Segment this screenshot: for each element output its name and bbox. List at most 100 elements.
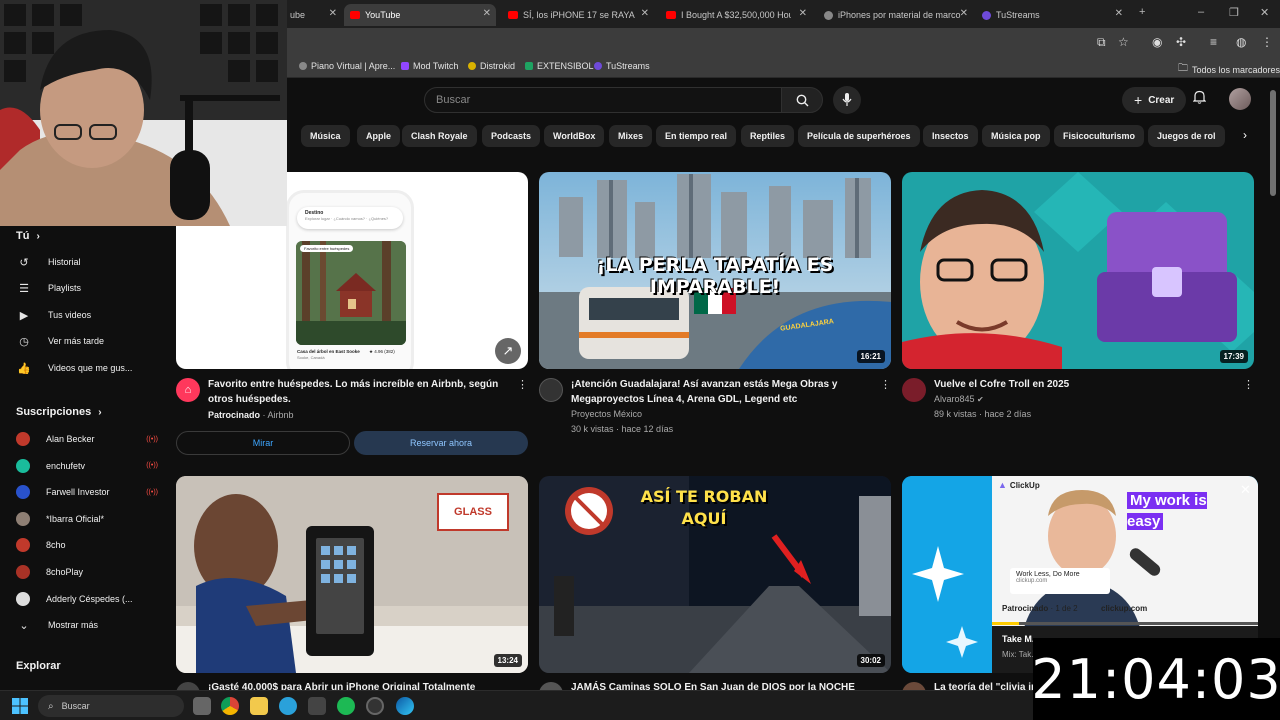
- tab-tustreams[interactable]: TuStreams ✕: [976, 4, 1128, 26]
- install-app-icon[interactable]: ⧉: [1097, 35, 1106, 50]
- channel-avatar[interactable]: [539, 378, 563, 402]
- sidebar-subscription[interactable]: enchufetv ((•)): [16, 456, 166, 476]
- close-tab-icon[interactable]: ✕: [483, 8, 491, 19]
- extension-icon[interactable]: ◉: [1152, 35, 1162, 49]
- chevron-right-icon[interactable]: ›: [1243, 128, 1247, 142]
- account-avatar[interactable]: [1229, 88, 1251, 110]
- ad-domain[interactable]: clickup.com: [1101, 604, 1147, 613]
- video-thumbnail[interactable]: ASÍ TE ROBAN AQUÍ 30:02: [539, 476, 891, 673]
- bookmark-piano[interactable]: Piano Virtual | Apre...: [299, 61, 395, 71]
- close-tab-icon[interactable]: ✕: [799, 8, 807, 19]
- profile-icon[interactable]: ◍: [1236, 35, 1246, 49]
- voice-search-button[interactable]: [833, 86, 861, 114]
- capcut-icon[interactable]: [308, 697, 326, 715]
- bookmark-extensibol[interactable]: EXTENSIBOL: [525, 61, 594, 71]
- page-scrollbar[interactable]: [1270, 90, 1276, 196]
- chip-juegos-de-rol[interactable]: Juegos de rol: [1148, 125, 1225, 147]
- bookmark-star-icon[interactable]: ☆: [1118, 35, 1129, 49]
- sidebar-item-your-videos[interactable]: ▶ Tus videos: [16, 305, 166, 325]
- close-tab-icon[interactable]: ✕: [641, 8, 649, 19]
- chip-apple[interactable]: Apple: [357, 125, 401, 147]
- book-now-button[interactable]: Reservar ahora: [354, 431, 528, 455]
- menu-icon[interactable]: ⋮: [1261, 35, 1273, 49]
- tab-prev[interactable]: ube ✕: [284, 4, 342, 26]
- close-ad-icon[interactable]: ✕: [1240, 482, 1251, 498]
- video-title[interactable]: ¡Gasté 40.000$ para Abrir un iPhone Orig…: [208, 680, 508, 690]
- close-tab-icon[interactable]: ✕: [1115, 8, 1123, 19]
- chip-música-pop[interactable]: Música pop: [982, 125, 1050, 147]
- chip-reptiles[interactable]: Reptiles: [741, 125, 795, 147]
- you-section-link[interactable]: Tú ›: [16, 230, 40, 242]
- chip-insectos[interactable]: Insectos: [923, 125, 978, 147]
- close-window-icon[interactable]: ✕: [1260, 6, 1269, 19]
- search-button[interactable]: [781, 87, 823, 113]
- ad-progress-bar[interactable]: [992, 622, 1258, 625]
- file-explorer-icon[interactable]: [250, 697, 268, 715]
- sidebar-item-liked-videos[interactable]: 👍 Videos que me gus...: [16, 358, 166, 378]
- sidebar-item-playlists[interactable]: ☰ Playlists: [16, 278, 166, 298]
- minimize-icon[interactable]: –: [1198, 6, 1204, 18]
- create-button[interactable]: + Crear: [1122, 87, 1187, 113]
- chip-música[interactable]: Música: [301, 125, 350, 147]
- chip-clash-royale[interactable]: Clash Royale: [402, 125, 477, 147]
- chip-worldbox[interactable]: WorldBox: [544, 125, 605, 147]
- video-title[interactable]: JAMÁS Caminas SOLO En San Juan de DIOS p…: [571, 680, 871, 690]
- chip-en-tiempo-real[interactable]: En tiempo real: [656, 125, 737, 147]
- video-title[interactable]: Vuelve el Cofre Troll en 2025: [934, 377, 1234, 392]
- tab-iphones-marco[interactable]: iPhones por material de marco ✕: [818, 4, 973, 26]
- all-bookmarks[interactable]: 🗀 Todos los marcadores: [1178, 61, 1280, 78]
- sidebar-item-history[interactable]: ↺ Historial: [16, 252, 166, 272]
- close-tab-icon[interactable]: ✕: [329, 8, 337, 19]
- taskbar-search[interactable]: ⌕ Buscar: [38, 695, 184, 717]
- sidebar-subscription[interactable]: Alan Becker ((•)): [16, 429, 166, 449]
- tab-iphone17[interactable]: SÍ, los iPHONE 17 se RAYAN. El ✕: [502, 4, 654, 26]
- sidebar-subscription[interactable]: Farwell Investor ((•)): [16, 482, 166, 502]
- more-options-icon[interactable]: ⋮: [1243, 378, 1254, 391]
- ad-overlay-card[interactable]: Work Less, Do More clickup.com: [1010, 568, 1110, 594]
- channel-name[interactable]: Proyectos México: [571, 407, 642, 422]
- more-options-icon[interactable]: ⋮: [517, 378, 528, 391]
- channel-name[interactable]: Airbnb: [268, 410, 294, 420]
- bookmark-distrokid[interactable]: Distrokid: [468, 61, 515, 71]
- search-input[interactable]: Buscar: [424, 87, 782, 113]
- video-thumbnail[interactable]: GLASS 13:24: [176, 476, 528, 673]
- external-link-icon[interactable]: ↗: [495, 338, 521, 364]
- subscriptions-section-link[interactable]: Suscripciones ›: [16, 406, 102, 418]
- chrome-icon[interactable]: [221, 697, 239, 715]
- maximize-icon[interactable]: ❐: [1229, 6, 1239, 19]
- spotify-icon[interactable]: [337, 697, 355, 715]
- bookmark-tustreams[interactable]: TuStreams: [594, 61, 650, 71]
- more-options-icon[interactable]: ⋮: [880, 378, 891, 391]
- sidebar-subscription[interactable]: 8cho: [16, 535, 166, 555]
- video-title[interactable]: Favorito entre huéspedes. Lo más increíb…: [208, 377, 508, 407]
- video-thumbnail[interactable]: 17:39: [902, 172, 1254, 369]
- media-control-icon[interactable]: ≡: [1210, 35, 1217, 49]
- sidebar-item-watch-later[interactable]: ◷ Ver más tarde: [16, 331, 166, 351]
- chip-mixes[interactable]: Mixes: [609, 125, 653, 147]
- airbnb-logo-icon[interactable]: ⌂: [176, 378, 200, 402]
- windows-start-icon[interactable]: [12, 698, 28, 714]
- sidebar-subscription[interactable]: *Ibarra Oficial*: [16, 509, 166, 529]
- chip-película-de-superhéroes[interactable]: Película de superhéroes: [798, 125, 920, 147]
- task-view-icon[interactable]: [193, 697, 211, 715]
- obs-icon[interactable]: [366, 697, 384, 715]
- close-tab-icon[interactable]: ✕: [960, 8, 968, 19]
- new-tab-icon[interactable]: +: [1139, 6, 1145, 18]
- show-more-button[interactable]: ⌄ Mostrar más: [16, 615, 166, 635]
- edge-icon[interactable]: [396, 697, 414, 715]
- tab-youtube[interactable]: YouTube ✕: [344, 4, 496, 26]
- sidebar-subscription[interactable]: Adderly Céspedes (...: [16, 589, 166, 609]
- video-thumbnail[interactable]: ¡LA PERLA TAPATÍA ES IMPARABLE! GUADALAJ…: [539, 172, 891, 369]
- video-title[interactable]: ¡Atención Guadalajara! Así avanzan estás…: [571, 377, 871, 407]
- watch-button[interactable]: Mirar: [176, 431, 350, 455]
- bookmark-mod-twitch[interactable]: Mod Twitch: [401, 61, 458, 71]
- chip-podcasts[interactable]: Podcasts: [482, 125, 541, 147]
- tab-house[interactable]: I Bought A $32,500,000 House ✕: [660, 4, 812, 26]
- channel-avatar[interactable]: [902, 378, 926, 402]
- telegram-icon[interactable]: [279, 697, 297, 715]
- chip-fisicoculturismo[interactable]: Fisicoculturismo: [1054, 125, 1145, 147]
- notifications-button[interactable]: [1192, 90, 1207, 107]
- channel-name[interactable]: Alvaro845: [934, 394, 975, 404]
- extensions-puzzle-icon[interactable]: ✣: [1176, 35, 1186, 49]
- sidebar-subscription[interactable]: 8choPlay: [16, 562, 166, 582]
